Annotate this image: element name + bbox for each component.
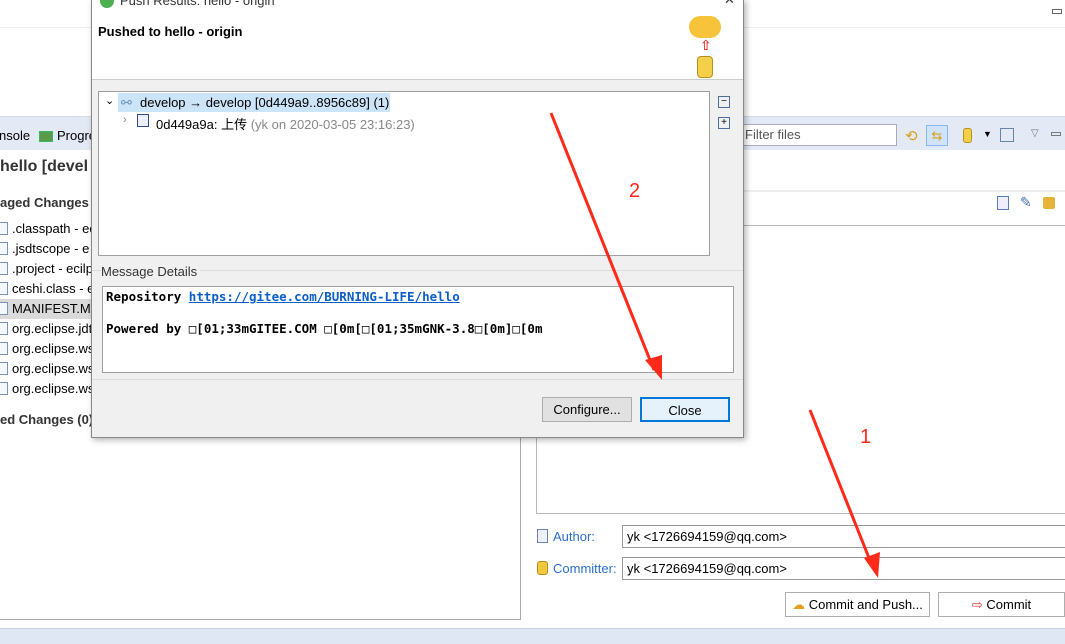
annotation-number-2: 2	[629, 180, 641, 202]
annotation-arrowhead-2	[645, 355, 662, 380]
annotation-overlay	[549, 112, 880, 578]
annotation-arrowhead-1	[864, 552, 880, 578]
annotation-number-1: 1	[860, 426, 872, 448]
annotation-arrow-2	[549, 112, 656, 371]
